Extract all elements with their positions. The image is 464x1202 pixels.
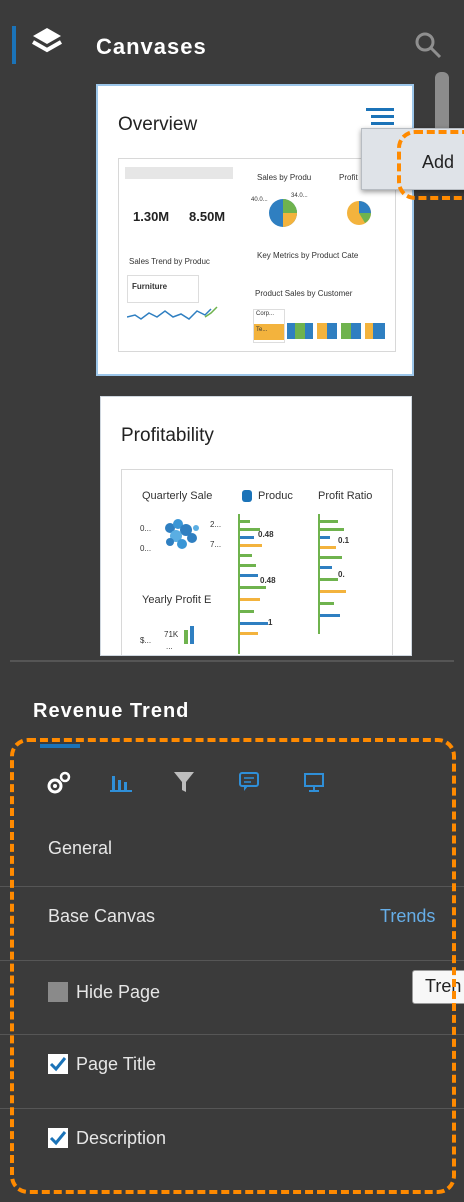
thumb-pie-chart-1 xyxy=(269,199,297,227)
thumb-val-5: 0.48 xyxy=(258,530,274,539)
thumb-kpi-1: 1.30M xyxy=(133,209,170,224)
thumb-te-label: Te... xyxy=(256,327,268,333)
thumb-chart-title-1: Sales by Produ xyxy=(257,173,312,182)
thumb-kpi-2: 8.50M xyxy=(189,209,226,224)
thumb-yearly-val-1: $... xyxy=(140,636,152,645)
search-icon[interactable] xyxy=(413,30,443,65)
thumb-val-1: 0... xyxy=(140,524,152,533)
panel-title: Canvases xyxy=(96,34,207,59)
canvas-thumbnail: 1.30M 8.50M Sales by Produ Profit 40.0..… xyxy=(118,158,396,352)
layers-icon[interactable] xyxy=(30,26,64,61)
panel-header: Canvases xyxy=(0,18,464,74)
thumb-customer-grid: Corp... Te... xyxy=(253,309,393,343)
thumb-placeholder-bar xyxy=(125,167,233,179)
thumb-pie-chart-2 xyxy=(347,201,371,225)
highlight-properties-callout xyxy=(10,738,456,1194)
thumb-yearly-val-3: ... xyxy=(166,642,173,651)
thumb-furniture-box: Furniture xyxy=(127,275,199,303)
thumb-yearly-title: Yearly Profit E xyxy=(142,594,212,606)
thumb-bubble-chart xyxy=(165,519,199,549)
thumb-furniture-label: Furniture xyxy=(132,282,168,291)
thumb-bars-product: 0.48 0.48 1 xyxy=(238,514,278,654)
legend-swatch xyxy=(242,490,252,502)
thumb-pie-label-1: 40.0... xyxy=(251,197,268,203)
canvases-panel: Canvases Overview 1.30M 8.50M Sales by P… xyxy=(0,0,464,1202)
thumb-sparkline xyxy=(127,306,218,320)
thumb-customer-title: Product Sales by Customer xyxy=(255,289,353,298)
thumb-val-3: 2... xyxy=(210,520,222,529)
canvas-title: Overview xyxy=(118,114,198,135)
thumb-val-9: 1 xyxy=(268,618,273,627)
thumb-val-7: 0.48 xyxy=(260,576,276,585)
panel-divider[interactable] xyxy=(10,660,454,662)
active-accent-bar xyxy=(12,26,16,64)
thumb-bars-ratio: 0.1 0. xyxy=(318,514,358,654)
thumb-trend-title: Sales Trend by Produc xyxy=(129,257,210,266)
thumb-val-4: 7... xyxy=(210,540,222,549)
thumb-chart-title-2: Profit xyxy=(339,173,358,182)
canvas-card-profitability[interactable]: Profitability Quarterly Sale Produc Prof… xyxy=(100,396,412,656)
thumb-ratio-title: Profit Ratio xyxy=(318,490,373,502)
thumb-val-6: 0.1 xyxy=(338,536,350,545)
properties-title: Revenue Trend xyxy=(33,700,190,722)
thumb-val-2: 0... xyxy=(140,544,152,553)
thumb-product-legend: Produc xyxy=(258,490,293,502)
canvas-thumbnail: Quarterly Sale Produc Profit Ratio 0... … xyxy=(121,469,393,655)
highlight-add-callout xyxy=(397,130,464,200)
thumb-val-8: 0. xyxy=(338,570,345,579)
thumb-metrics-title: Key Metrics by Product Cate xyxy=(257,251,359,260)
thumb-quarterly-title: Quarterly Sale xyxy=(142,490,213,502)
canvas-title: Profitability xyxy=(121,425,214,446)
thumb-corp-label: Corp... xyxy=(256,311,275,317)
thumb-yearly-val-2: 71K xyxy=(164,630,179,639)
